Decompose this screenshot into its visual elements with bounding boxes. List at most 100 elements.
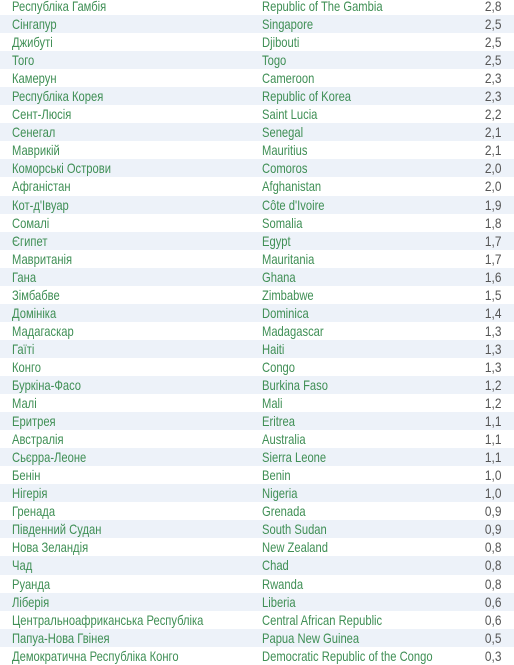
- value-cell: 1,3: [484, 322, 501, 339]
- country-name-en: Democratic Republic of the Congo: [262, 647, 433, 664]
- country-name-en: Madagascar: [262, 322, 324, 339]
- country-name-uk: Сент-Люсія: [12, 106, 72, 123]
- country-name-uk: Ліберія: [12, 593, 50, 610]
- country-name-en: Comoros: [262, 160, 308, 177]
- value-cell: 1,9: [484, 196, 501, 213]
- table-row: Малі Mali 1,2: [0, 394, 514, 412]
- country-name-uk: Джибуті: [12, 34, 53, 51]
- country-name-uk: Камерун: [12, 70, 57, 87]
- country-name-uk: Конго: [12, 358, 42, 375]
- country-name-uk: Демократична Республіка Конго: [12, 647, 179, 664]
- country-name-en: Senegal: [262, 124, 304, 141]
- value-cell: 0,8: [484, 539, 501, 556]
- value-cell: 2,1: [484, 142, 501, 159]
- table-row: Гаїті Haiti 1,3: [0, 339, 514, 358]
- table-row: Того Togo 2,5: [0, 51, 514, 70]
- table-row: Гренада Grenada 0,9: [0, 502, 514, 520]
- country-name-en: Republic of The Gambia: [262, 0, 383, 14]
- value-cell: 2,0: [484, 178, 501, 195]
- country-name-en: Burkina Faso: [262, 376, 328, 393]
- value-cell: 2,8: [484, 0, 501, 14]
- country-name-uk: Центральноафриканська Республіка: [12, 611, 204, 628]
- country-name-uk: Гана: [12, 268, 37, 285]
- country-name-en: Cameroon: [262, 70, 315, 87]
- table-row: Ліберія Liberia 0,6: [0, 592, 514, 611]
- country-name-uk: Єгипет: [12, 232, 48, 249]
- value-cell: 2,5: [484, 52, 501, 69]
- value-cell: 1,6: [484, 268, 501, 285]
- value-cell: 0,8: [484, 575, 501, 592]
- table-row: Руанда Rwanda 0,8: [0, 575, 514, 593]
- table-row: Коморські Острови Comoros 2,0: [0, 159, 514, 178]
- table-row: Мадагаскар Madagascar 1,3: [0, 322, 514, 340]
- table-row: Папуа-Нова Гвінея Papua New Guinea 0,5: [0, 628, 514, 647]
- country-name-uk: Республіка Гамбія: [12, 0, 107, 14]
- country-name-en: Australia: [262, 431, 306, 448]
- country-name-uk: Нігерія: [12, 485, 48, 502]
- table-row: Маврикій Mauritius 2,1: [0, 141, 514, 159]
- value-cell: 1,0: [484, 485, 501, 502]
- value-cell: 0,9: [484, 521, 501, 538]
- value-cell: 0,5: [484, 629, 501, 646]
- table-row: Сент-Люсія Saint Lucia 2,2: [0, 105, 514, 123]
- table-row: Камерун Cameroon 2,3: [0, 69, 514, 87]
- country-name-en: Togo: [262, 52, 287, 69]
- country-name-en: Sierra Leone: [262, 449, 327, 466]
- country-name-en: Congo: [262, 358, 296, 375]
- country-name-en: Somalia: [262, 214, 303, 231]
- country-name-uk: Кот-д'Івуар: [12, 196, 69, 213]
- country-name-en: Nigeria: [262, 485, 298, 502]
- country-name-en: Republic of Korea: [262, 88, 352, 105]
- value-cell: 2,3: [484, 70, 501, 87]
- table-row: Буркіна-Фасо Burkina Faso 1,2: [0, 375, 514, 395]
- country-name-uk: Сьєрра-Леоне: [12, 449, 87, 466]
- value-cell: 0,3: [484, 647, 501, 664]
- table-row: Джибуті Djibouti 2,5: [0, 33, 514, 51]
- table-row: Нігерія Nigeria 1,0: [0, 484, 514, 503]
- country-name-en: Saint Lucia: [262, 106, 318, 123]
- table-row: Республіка Корея Republic of Korea 2,3: [0, 87, 514, 106]
- table-row: Бенін Benin 1,0: [0, 466, 514, 484]
- table-row: Південний Судан South Sudan 0,9: [0, 520, 514, 539]
- value-cell: 0,8: [484, 557, 501, 574]
- country-name-en: Grenada: [262, 503, 306, 520]
- table-row: Афганістан Afghanistan 2,0: [0, 177, 514, 195]
- country-name-uk: Афганістан: [12, 178, 71, 195]
- country-name-uk: Малі: [12, 395, 37, 412]
- country-name-en: Liberia: [262, 593, 296, 610]
- value-cell: 1,2: [484, 395, 501, 412]
- table-row: Єгипет Egypt 1,7: [0, 231, 514, 250]
- country-name-en: Papua New Guinea: [262, 629, 360, 646]
- country-name-uk: Еритрея: [12, 413, 56, 430]
- table-row: Австралія Australia 1,1: [0, 430, 514, 448]
- table-row: Кот-д'Івуар Côte d'Ivoire 1,9: [0, 195, 514, 214]
- country-table: Республіка Гамбія Republic of The Gambia 2…: [0, 0, 514, 665]
- country-name-uk: Мадагаскар: [12, 322, 74, 339]
- country-name-en: Central African Republic: [262, 611, 383, 628]
- table-row: Чад Chad 0,8: [0, 556, 514, 575]
- value-cell: 1,7: [484, 250, 501, 267]
- value-cell: 1,3: [484, 358, 501, 375]
- value-cell: 2,3: [484, 88, 501, 105]
- country-name-uk: Гренада: [12, 503, 56, 520]
- country-name-en: Chad: [262, 557, 289, 574]
- value-cell: 2,2: [484, 106, 501, 123]
- country-name-en: Singapore: [262, 16, 314, 33]
- table-row: Конго Congo 1,3: [0, 358, 514, 376]
- country-name-en: Ghana: [262, 268, 296, 285]
- country-name-uk: Австралія: [12, 431, 64, 448]
- country-name-uk: Папуа-Нова Гвінея: [12, 629, 110, 646]
- value-cell: 2,5: [484, 16, 501, 33]
- country-name-uk: Зімбабве: [12, 286, 60, 303]
- country-name-en: Egypt: [262, 232, 291, 249]
- table-row: Домініка Dominica 1,4: [0, 303, 514, 322]
- country-name-en: Djibouti: [262, 34, 300, 51]
- country-name-uk: Коморські Острови: [12, 160, 111, 177]
- value-cell: 1,8: [484, 214, 501, 231]
- value-cell: 1,0: [484, 467, 501, 484]
- value-cell: 1,1: [484, 431, 501, 448]
- table-row: Демократична Республіка Конго Democratic …: [0, 647, 514, 665]
- country-name-en: Afghanistan: [262, 178, 322, 195]
- country-name-uk: Сомалі: [12, 214, 50, 231]
- country-name-uk: Того: [12, 52, 35, 69]
